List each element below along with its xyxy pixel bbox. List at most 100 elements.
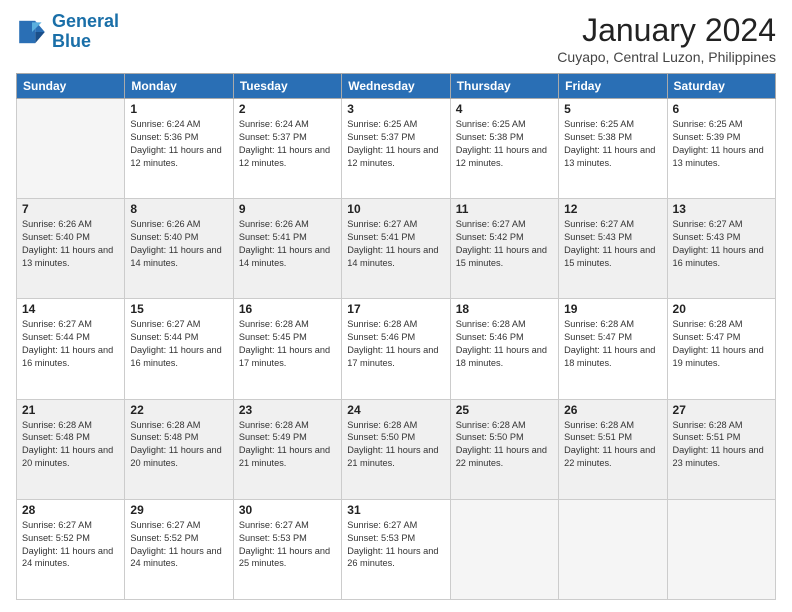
day-number: 16 xyxy=(239,302,336,316)
calendar-cell: 29Sunrise: 6:27 AMSunset: 5:52 PMDayligh… xyxy=(125,499,233,599)
sunset-line: Sunset: 5:37 PM xyxy=(347,131,444,144)
day-number: 14 xyxy=(22,302,119,316)
calendar-row: 1Sunrise: 6:24 AMSunset: 5:36 PMDaylight… xyxy=(17,99,776,199)
daylight-minutes: 15 minutes. xyxy=(564,257,661,270)
sunset-line: Sunset: 5:52 PM xyxy=(130,532,227,545)
sunset-line: Sunset: 5:48 PM xyxy=(22,431,119,444)
calendar-row: 14 Sunrise: 6:27 AMSunset: 5:44 PM Dayligh… xyxy=(17,299,776,399)
sunrise-line: Sunrise: 6:27 AM xyxy=(239,519,336,532)
calendar-cell: 14Sunrise: 6:27 AMSunset: 5:44 PMDayligh… xyxy=(17,299,125,399)
sunset-line: Sunset: 5:47 PM xyxy=(564,331,661,344)
daylight-label: Daylight: 11 hours and xyxy=(239,344,336,357)
sunrise-line: Sunrise: 6:28 AM xyxy=(673,318,770,331)
calendar-cell: 3Sunrise: 6:25 AMSunset: 5:37 PMDaylight… xyxy=(342,99,450,199)
calendar-cell xyxy=(450,499,558,599)
daylight-minutes: 23 minutes. xyxy=(673,457,770,470)
daylight-label: Daylight: 11 hours and xyxy=(22,444,119,457)
day-number: 3 xyxy=(347,102,444,116)
col-saturday: Saturday xyxy=(667,74,775,99)
daylight-label: Daylight: 11 hours and xyxy=(347,244,444,257)
day-number: 20 xyxy=(673,302,770,316)
day-number: 13 xyxy=(673,202,770,216)
day-number: 19 xyxy=(564,302,661,316)
calendar-cell: 27Sunrise: 6:28 AMSunset: 5:51 PMDayligh… xyxy=(667,399,775,499)
sunrise-line: Sunrise: 6:27 AM xyxy=(673,218,770,231)
col-tuesday: Tuesday xyxy=(233,74,341,99)
sunset-line: Sunset: 5:37 PM xyxy=(239,131,336,144)
daylight-label: Daylight: 11 hours and xyxy=(130,144,227,157)
day-number: 31 xyxy=(347,503,444,517)
calendar-cell: 28Sunrise: 6:27 AMSunset: 5:52 PMDayligh… xyxy=(17,499,125,599)
daylight-label: Daylight: 11 hours and xyxy=(456,444,553,457)
month-title: January 2024 xyxy=(557,12,776,49)
sunset-line: Sunset: 5:36 PM xyxy=(130,131,227,144)
sunset-line: Sunset: 5:43 PM xyxy=(564,231,661,244)
col-thursday: Thursday xyxy=(450,74,558,99)
calendar-cell: 19Sunrise: 6:28 AMSunset: 5:47 PMDayligh… xyxy=(559,299,667,399)
sunset-line: Sunset: 5:46 PM xyxy=(456,331,553,344)
daylight-minutes: 14 minutes. xyxy=(347,257,444,270)
calendar-cell: 24Sunrise: 6:28 AMSunset: 5:50 PMDayligh… xyxy=(342,399,450,499)
calendar-cell: 4Sunrise: 6:25 AMSunset: 5:38 PMDaylight… xyxy=(450,99,558,199)
daylight-minutes: 16 minutes. xyxy=(130,357,227,370)
header: General Blue January 2024 Cuyapo, Centra… xyxy=(16,12,776,65)
daylight-label: Daylight: 11 hours and xyxy=(22,344,119,357)
sunset-line: Sunset: 5:40 PM xyxy=(22,231,119,244)
sunrise-line: Sunrise: 6:27 AM xyxy=(22,519,119,532)
day-number: 17 xyxy=(347,302,444,316)
daylight-label: Daylight: 11 hours and xyxy=(564,444,661,457)
col-friday: Friday xyxy=(559,74,667,99)
logo: General Blue xyxy=(16,12,119,52)
sunrise-line: Sunrise: 6:28 AM xyxy=(564,419,661,432)
day-number: 12 xyxy=(564,202,661,216)
daylight-minutes: 24 minutes. xyxy=(22,557,119,570)
sunrise-line: Sunrise: 6:27 AM xyxy=(130,519,227,532)
daylight-label: Daylight: 11 hours and xyxy=(456,244,553,257)
logo-text: General Blue xyxy=(52,12,119,52)
page: General Blue January 2024 Cuyapo, Centra… xyxy=(0,0,792,612)
daylight-minutes: 16 minutes. xyxy=(22,357,119,370)
calendar-cell xyxy=(17,99,125,199)
daylight-minutes: 22 minutes. xyxy=(456,457,553,470)
daylight-minutes: 17 minutes. xyxy=(347,357,444,370)
daylight-label: Daylight: 11 hours and xyxy=(673,244,770,257)
calendar-cell: 11Sunrise: 6:27 AMSunset: 5:42 PMDayligh… xyxy=(450,199,558,299)
daylight-label: Daylight: 11 hours and xyxy=(564,144,661,157)
sunrise-line: Sunrise: 6:25 AM xyxy=(456,118,553,131)
sunset-line: Sunset: 5:52 PM xyxy=(22,532,119,545)
sunset-line: Sunset: 5:51 PM xyxy=(673,431,770,444)
calendar-cell: 15Sunrise: 6:27 AMSunset: 5:44 PMDayligh… xyxy=(125,299,233,399)
daylight-label: Daylight: 11 hours and xyxy=(456,344,553,357)
daylight-minutes: 14 minutes. xyxy=(239,257,336,270)
calendar-cell: 7Sunrise: 6:26 AMSunset: 5:40 PMDaylight… xyxy=(17,199,125,299)
sunset-line: Sunset: 5:48 PM xyxy=(130,431,227,444)
day-number: 11 xyxy=(456,202,553,216)
calendar-cell: 12Sunrise: 6:27 AMSunset: 5:43 PMDayligh… xyxy=(559,199,667,299)
sunrise-line: Sunrise: 6:27 AM xyxy=(130,318,227,331)
day-number: 15 xyxy=(130,302,227,316)
sunset-line: Sunset: 5:38 PM xyxy=(564,131,661,144)
sunrise-line: Sunrise: 6:28 AM xyxy=(347,318,444,331)
sunrise-line: Sunrise: 6:28 AM xyxy=(673,419,770,432)
sunrise-line: Sunrise: 6:28 AM xyxy=(239,318,336,331)
sunrise-line: Sunrise: 6:28 AM xyxy=(456,419,553,432)
calendar-cell: 25Sunrise: 6:28 AMSunset: 5:50 PMDayligh… xyxy=(450,399,558,499)
calendar-cell: 23Sunrise: 6:28 AMSunset: 5:49 PMDayligh… xyxy=(233,399,341,499)
sunset-line: Sunset: 5:53 PM xyxy=(239,532,336,545)
sunrise-line: Sunrise: 6:26 AM xyxy=(22,218,119,231)
logo-line1: General xyxy=(52,11,119,31)
sunset-line: Sunset: 5:46 PM xyxy=(347,331,444,344)
daylight-label: Daylight: 11 hours and xyxy=(239,444,336,457)
day-number: 1 xyxy=(130,102,227,116)
daylight-label: Daylight: 11 hours and xyxy=(673,144,770,157)
daylight-minutes: 26 minutes. xyxy=(347,557,444,570)
daylight-minutes: 15 minutes. xyxy=(456,257,553,270)
calendar-cell: 2Sunrise: 6:24 AMSunset: 5:37 PMDaylight… xyxy=(233,99,341,199)
calendar-cell: 6Sunrise: 6:25 AMSunset: 5:39 PMDaylight… xyxy=(667,99,775,199)
daylight-minutes: 18 minutes. xyxy=(564,357,661,370)
sunset-line: Sunset: 5:44 PM xyxy=(130,331,227,344)
daylight-label: Daylight: 11 hours and xyxy=(130,444,227,457)
calendar-cell xyxy=(559,499,667,599)
day-number: 29 xyxy=(130,503,227,517)
daylight-minutes: 19 minutes. xyxy=(673,357,770,370)
